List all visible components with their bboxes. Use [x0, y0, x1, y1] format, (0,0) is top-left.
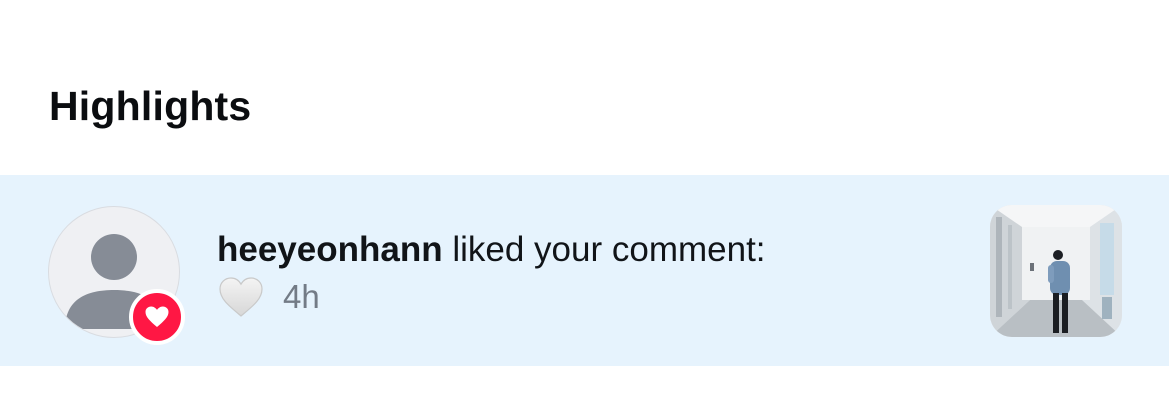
notifications-page: Highlights heeyeonhann liked your commen…: [0, 0, 1169, 407]
heart-badge: [129, 289, 185, 345]
avatar-wrapper[interactable]: [48, 206, 185, 345]
post-thumbnail[interactable]: [990, 205, 1122, 337]
action-text: liked your comment:: [452, 230, 766, 269]
section-title: Highlights: [49, 83, 252, 129]
heart-icon: [145, 306, 169, 327]
notification-meta: 4h: [217, 275, 937, 319]
notification-row[interactable]: heeyeonhann liked your comment: 4h: [0, 175, 1169, 366]
timestamp: 4h: [283, 278, 320, 315]
post-thumbnail-image: [990, 205, 1122, 337]
notification-message: heeyeonhann liked your comment:: [217, 227, 937, 273]
notification-text[interactable]: heeyeonhann liked your comment: 4h: [217, 227, 937, 319]
username-link[interactable]: heeyeonhann: [217, 230, 443, 269]
white-heart-icon: [219, 277, 263, 317]
